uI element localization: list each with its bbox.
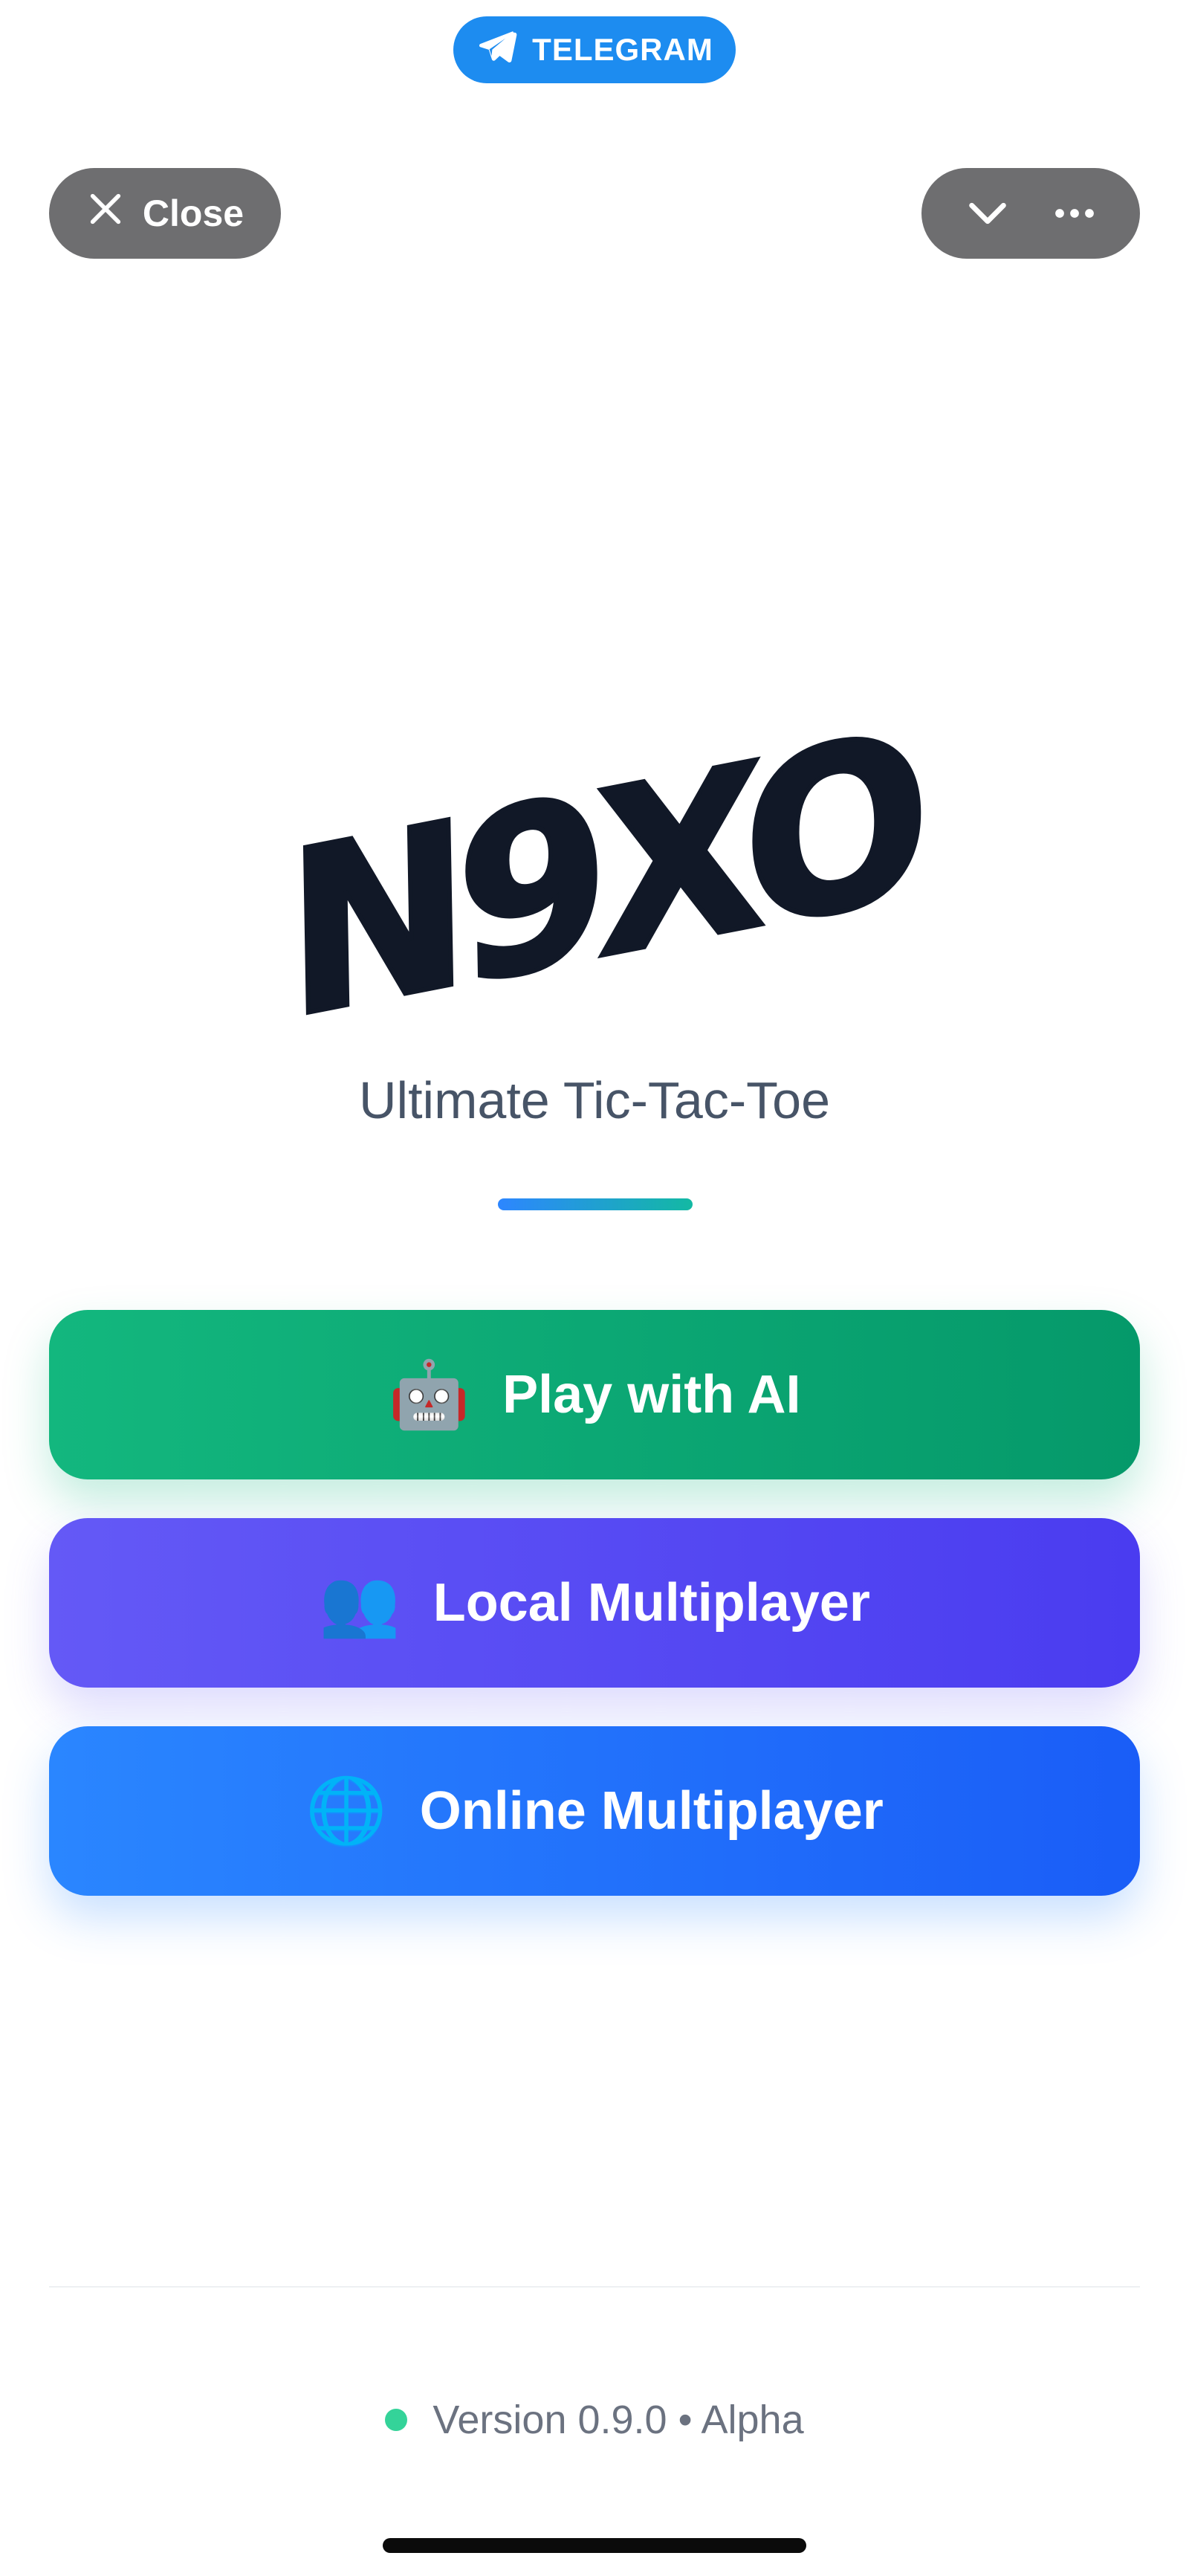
local-multiplayer-label: Local Multiplayer (432, 1573, 870, 1633)
header-menu (921, 168, 1140, 259)
status-dot (385, 2409, 408, 2431)
version-info: Version 0.9.0 • Alpha (0, 2390, 1189, 2450)
telegram-label: TELEGRAM (532, 32, 713, 67)
footer-divider (49, 2286, 1140, 2288)
logo-text: N9XO (282, 682, 921, 1072)
robot-icon: 🤖 (388, 1358, 470, 1431)
home-indicator[interactable] (383, 2538, 806, 2553)
online-multiplayer-label: Online Multiplayer (419, 1781, 884, 1841)
users-icon: 👥 (319, 1566, 401, 1639)
close-icon (86, 190, 125, 237)
app-logo: N9XO (282, 682, 921, 1072)
online-multiplayer-button[interactable]: 🌐 Online Multiplayer (49, 1726, 1140, 1896)
telegram-badge: TELEGRAM (453, 16, 736, 83)
play-with-ai-button[interactable]: 🤖 Play with AI (49, 1310, 1140, 1479)
play-with-ai-label: Play with AI (502, 1365, 801, 1424)
version-text: Version 0.9.0 • Alpha (432, 2398, 804, 2442)
app-subtitle: Ultimate Tic-Tac-Toe (358, 1071, 831, 1129)
close-label: Close (142, 193, 244, 234)
telegram-plane-icon (476, 25, 517, 74)
accent-divider (498, 1198, 693, 1210)
more-icon[interactable] (1051, 190, 1098, 237)
local-multiplayer-button[interactable]: 👥 Local Multiplayer (49, 1518, 1140, 1688)
chevron-down-icon[interactable] (964, 190, 1011, 237)
close-button[interactable]: Close (49, 168, 281, 259)
globe-icon: 🌐 (305, 1774, 387, 1847)
